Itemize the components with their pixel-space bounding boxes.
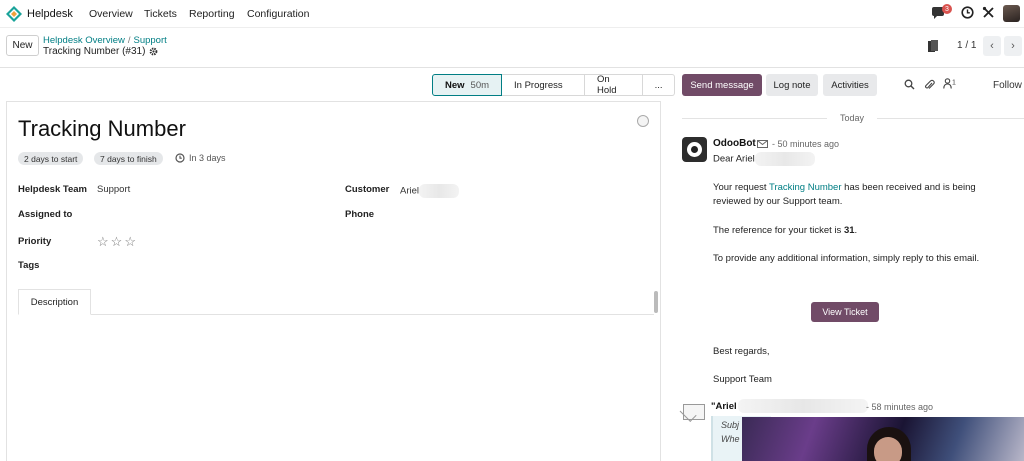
webcam-face: [874, 437, 902, 461]
assigned-to-label: Assigned to: [18, 209, 73, 220]
message-2-subject: Subj: [721, 420, 740, 430]
pager-next-button[interactable]: ›: [1004, 36, 1022, 56]
paragraph-1-pre: Your request: [713, 182, 769, 193]
paragraph-2-post: .: [854, 225, 858, 236]
envelope-icon: [683, 404, 705, 420]
top-navbar: Helpdesk Overview Tickets Reporting Conf…: [0, 0, 1024, 28]
envelope-icon: [757, 140, 768, 148]
record-title-text: Tracking Number (#31): [43, 46, 146, 57]
log-note-button[interactable]: Log note: [766, 74, 818, 96]
followers-button[interactable]: 1: [943, 78, 956, 92]
sla-badge-finish: 7 days to finish: [94, 152, 163, 165]
message-paragraph-1: Your request Tracking Number has been re…: [713, 181, 983, 209]
ticket-reference: 31: [843, 225, 855, 236]
kanban-state-indicator[interactable]: [637, 115, 649, 127]
breadcrumb-separator: /: [127, 35, 131, 46]
date-separator-label: Today: [840, 113, 865, 123]
webcam-overlay: [742, 417, 1024, 461]
stage-new[interactable]: New 50m: [432, 74, 503, 96]
clock-icon[interactable]: [961, 6, 974, 19]
paperclip-icon[interactable]: [924, 79, 935, 91]
breadcrumb: Helpdesk Overview / Support: [43, 35, 167, 46]
message-time: - 50 minutes ago: [772, 139, 840, 149]
priority-stars[interactable]: ☆☆☆: [97, 234, 138, 250]
customer-label: Customer: [345, 184, 390, 195]
odoobot-face: [687, 142, 702, 157]
notification-badge: 3: [942, 4, 952, 14]
pager-value[interactable]: 1 / 1: [957, 40, 976, 51]
priority-label: Priority: [18, 236, 52, 247]
send-message-button[interactable]: Send message: [682, 74, 762, 96]
new-button[interactable]: New: [6, 35, 39, 56]
redacted-blur: [754, 152, 815, 166]
tab-description[interactable]: Description: [18, 289, 91, 315]
message-greeting: Dear Ariel: [713, 152, 983, 167]
ticket-title[interactable]: Tracking Number: [18, 116, 186, 142]
nav-overview[interactable]: Overview: [89, 8, 133, 20]
redacted-blur: [738, 399, 868, 413]
bookmarks-icon[interactable]: [928, 40, 939, 53]
deadline: In 3 days: [175, 153, 226, 163]
message-2-author[interactable]: "Ariel: [711, 401, 737, 412]
redacted-blur: [419, 184, 460, 198]
message-2-time: - 58 minutes ago: [866, 402, 934, 412]
breadcrumb-support[interactable]: Support: [133, 35, 166, 46]
record-title: Tracking Number (#31): [43, 46, 158, 57]
stage-in-progress[interactable]: In Progress: [502, 74, 586, 96]
scrollbar[interactable]: [654, 291, 658, 313]
helpdesk-team-label: Helpdesk Team: [18, 184, 87, 195]
nav-reporting[interactable]: Reporting: [189, 8, 235, 20]
stage-on-hold[interactable]: On Hold: [585, 74, 644, 96]
phone-label: Phone: [345, 209, 375, 220]
star-icon[interactable]: ☆: [97, 234, 111, 249]
message-paragraph-2: The reference for your ticket is 31.: [713, 224, 983, 238]
stage-more[interactable]: ...: [643, 74, 676, 96]
user-icon: [943, 78, 952, 89]
message-2-body: Whe: [721, 434, 740, 444]
nav-tickets[interactable]: Tickets: [144, 8, 177, 20]
view-ticket-button[interactable]: View Ticket: [811, 302, 879, 322]
nav-configuration[interactable]: Configuration: [247, 8, 309, 20]
deadline-text: In 3 days: [189, 153, 226, 163]
star-icon[interactable]: ☆: [111, 234, 125, 249]
message-regards: Best regards,: [713, 346, 770, 357]
ticket-link[interactable]: Tracking Number: [769, 182, 842, 193]
chevron-left-icon: ‹: [990, 40, 994, 52]
app-name[interactable]: Helpdesk: [27, 8, 73, 20]
activities-button[interactable]: Activities: [823, 74, 877, 96]
form-sheet: Tracking Number 2 days to start 7 days t…: [6, 101, 661, 461]
user-avatar[interactable]: [1003, 5, 1020, 22]
tools-icon[interactable]: [982, 6, 995, 19]
message-meta: - 50 minutes ago: [757, 139, 839, 149]
stage-bar: New 50m In Progress On Hold ...: [432, 74, 676, 96]
greeting-text: Dear Ariel: [713, 153, 755, 165]
breadcrumb-helpdesk-overview[interactable]: Helpdesk Overview: [43, 35, 125, 46]
stage-new-label: New: [445, 79, 465, 91]
star-icon[interactable]: ☆: [124, 234, 138, 249]
odoobot-avatar[interactable]: [682, 137, 707, 162]
followers-count: 1: [952, 79, 956, 87]
search-icon[interactable]: [904, 79, 915, 90]
paragraph-2-pre: The reference for your ticket is: [713, 225, 844, 236]
message-signature: Support Team: [713, 374, 772, 385]
follow-button[interactable]: Follow: [993, 80, 1022, 91]
tabs-divider: [18, 314, 654, 315]
customer-field[interactable]: Ariel: [400, 184, 460, 198]
sla-badge-start: 2 days to start: [18, 152, 84, 165]
customer-name: Ariel: [400, 185, 420, 197]
chevron-right-icon: ›: [1011, 40, 1015, 52]
stage-new-duration: 50m: [470, 79, 490, 91]
clock-icon: [175, 153, 185, 163]
control-panel-divider: [0, 67, 1024, 68]
pager-previous-button[interactable]: ‹: [983, 36, 1001, 56]
gear-icon[interactable]: [149, 47, 158, 56]
helpdesk-team-field[interactable]: Support: [97, 184, 130, 195]
tags-label: Tags: [18, 260, 40, 271]
helpdesk-logo-icon[interactable]: [6, 6, 22, 22]
message-paragraph-3: To provide any additional information, s…: [713, 253, 980, 264]
message-author[interactable]: OdooBot: [713, 138, 756, 149]
